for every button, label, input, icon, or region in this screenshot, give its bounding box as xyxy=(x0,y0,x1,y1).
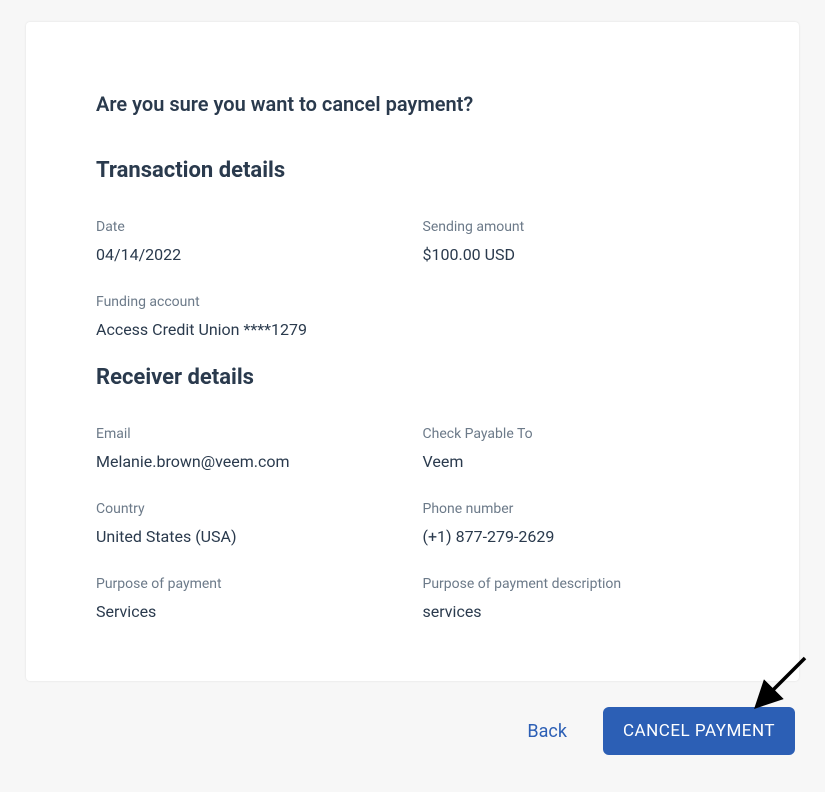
transaction-fields: Date 04/14/2022 Sending amount $100.00 U… xyxy=(96,219,729,339)
action-bar: Back CANCEL PAYMENT xyxy=(26,707,799,755)
phone-label: Phone number xyxy=(423,501,730,517)
purpose-label: Purpose of payment xyxy=(96,576,403,592)
receiver-heading: Receiver details xyxy=(96,365,729,390)
date-value: 04/14/2022 xyxy=(96,245,403,264)
field-purpose: Purpose of payment Services xyxy=(96,576,403,621)
country-value: United States (USA) xyxy=(96,527,403,546)
funding-account-value: Access Credit Union ****1279 xyxy=(96,320,403,339)
field-check-payable: Check Payable To Veem xyxy=(423,426,730,471)
field-funding-account: Funding account Access Credit Union ****… xyxy=(96,294,403,339)
confirmation-card: Are you sure you want to cancel payment?… xyxy=(26,22,799,681)
phone-value: (+1) 877-279-2629 xyxy=(423,527,730,546)
check-payable-value: Veem xyxy=(423,452,730,471)
field-purpose-desc: Purpose of payment description services xyxy=(423,576,730,621)
purpose-value: Services xyxy=(96,602,403,621)
country-label: Country xyxy=(96,501,403,517)
confirmation-title: Are you sure you want to cancel payment? xyxy=(96,92,729,116)
check-payable-label: Check Payable To xyxy=(423,426,730,442)
sending-amount-value: $100.00 USD xyxy=(423,245,730,264)
transaction-heading: Transaction details xyxy=(96,158,729,183)
field-sending-amount: Sending amount $100.00 USD xyxy=(423,219,730,264)
cancel-payment-button[interactable]: CANCEL PAYMENT xyxy=(603,707,795,755)
field-country: Country United States (USA) xyxy=(96,501,403,546)
sending-amount-label: Sending amount xyxy=(423,219,730,235)
field-email: Email Melanie.brown@veem.com xyxy=(96,426,403,471)
purpose-desc-label: Purpose of payment description xyxy=(423,576,730,592)
field-date: Date 04/14/2022 xyxy=(96,219,403,264)
receiver-fields: Email Melanie.brown@veem.com Check Payab… xyxy=(96,426,729,621)
back-button[interactable]: Back xyxy=(527,721,567,742)
date-label: Date xyxy=(96,219,403,235)
field-phone: Phone number (+1) 877-279-2629 xyxy=(423,501,730,546)
email-label: Email xyxy=(96,426,403,442)
purpose-desc-value: services xyxy=(423,602,730,621)
email-value: Melanie.brown@veem.com xyxy=(96,452,403,471)
funding-account-label: Funding account xyxy=(96,294,403,310)
